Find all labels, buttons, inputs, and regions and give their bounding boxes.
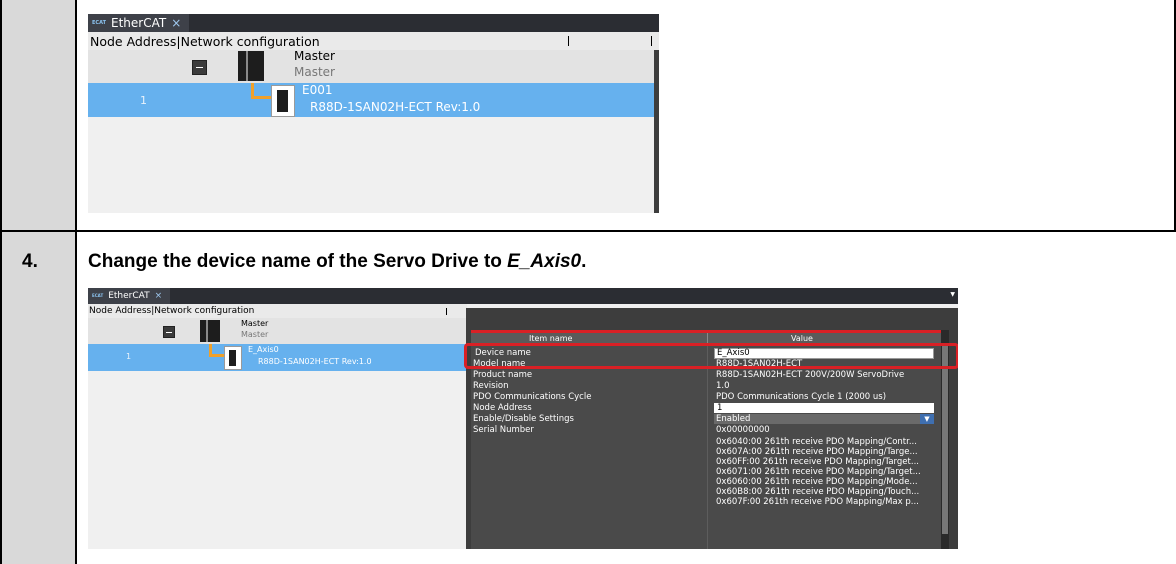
close-icon[interactable]: ×: [171, 16, 181, 30]
prop-value: R88D-1SAN02H-ECT 200V/200W ServoDrive: [716, 370, 905, 380]
highlight-box: [464, 343, 958, 369]
node-address-input[interactable]: [714, 403, 934, 413]
node-address: 1: [140, 94, 147, 107]
ethercat-icon: ECAT: [92, 19, 106, 26]
tab-ethercat[interactable]: ECAT EtherCAT ×: [88, 288, 171, 304]
master-row[interactable]: Master Master: [88, 318, 466, 344]
pdo-mapping-item: 0x6071:00 261th receive PDO Mapping/Targ…: [471, 467, 941, 477]
pdo-mapping-text: 0x607A:00 261th receive PDO Mapping/Targ…: [716, 447, 918, 457]
node-address-value: 1: [717, 403, 723, 413]
close-icon[interactable]: ×: [155, 291, 163, 301]
prop-key: Product name: [473, 370, 533, 380]
drive-face: [229, 350, 236, 366]
prop-row-product-name: Product name R88D-1SAN02H-ECT 200V/200W …: [471, 370, 941, 380]
column-divider: [568, 36, 569, 46]
master-controller-icon: [238, 51, 264, 81]
pdo-mapping-item: 0x60FF:00 261th receive PDO Mapping/Targ…: [471, 457, 941, 467]
column-header-label: Node Address|Network configuration: [90, 33, 320, 49]
property-table: Device name E_Axis0 Model name R88D-1SAN…: [471, 346, 941, 549]
collapse-icon[interactable]: [163, 326, 175, 338]
prop-key: Enable/Disable Settings: [473, 414, 574, 424]
prop-row-revision: Revision 1.0: [471, 381, 941, 391]
prop-row-node-address[interactable]: Node Address 1: [471, 403, 941, 413]
column-header: Node Address|Network configuration: [88, 304, 467, 319]
ethercat-screenshot-1: ECAT EtherCAT × Node Address|Network con…: [88, 14, 659, 213]
servo-drive-icon: [224, 346, 242, 370]
table-border-left: [0, 0, 2, 564]
pdo-mapping-item: 0x6040:00 261th receive PDO Mapping/Cont…: [471, 437, 941, 447]
tab-strip: ECAT EtherCAT × ▼: [88, 288, 958, 304]
master-title: Master: [294, 49, 335, 63]
collapse-icon[interactable]: [192, 60, 207, 75]
pdo-mapping-item: 0x607F:00 261th receive PDO Mapping/Max …: [471, 497, 941, 507]
prop-value: 0x00000000: [716, 425, 770, 435]
column-divider: [651, 36, 652, 46]
drive-face: [277, 90, 288, 112]
device-row-selected[interactable]: 1 E_Axis0 R88D-1SAN02H-ECT Rev:1.0: [88, 344, 466, 371]
property-table-header: Item name Value: [471, 330, 941, 344]
step-text-prefix: Change the device name of the Servo Driv…: [88, 251, 508, 272]
column-header: Node Address|Network configuration: [88, 32, 659, 51]
controller-slot: [206, 320, 208, 342]
device-model: R88D-1SAN02H-ECT Rev:1.0: [258, 357, 372, 366]
prop-row-enable-disable[interactable]: Enable/Disable Settings Enabled ▼: [471, 414, 941, 424]
pdo-mapping-item: 0x6060:00 261th receive PDO Mapping/Mode…: [471, 477, 941, 487]
pdo-mapping-text: 0x60FF:00 261th receive PDO Mapping/Targ…: [716, 457, 919, 467]
header-value: Value: [791, 334, 813, 343]
prop-row-serial-number: Serial Number 0x00000000: [471, 425, 941, 435]
pdo-mapping-item: 0x607A:00 261th receive PDO Mapping/Targ…: [471, 447, 941, 457]
enable-select-value: Enabled: [716, 414, 751, 424]
column-header-label: Node Address|Network configuration: [89, 306, 255, 316]
step-instruction: Change the device name of the Servo Driv…: [88, 251, 586, 273]
prop-key: PDO Communications Cycle: [473, 392, 592, 402]
master-title: Master: [241, 319, 269, 328]
column-divider: [446, 308, 447, 315]
pdo-mapping-text: 0x6060:00 261th receive PDO Mapping/Mode…: [716, 477, 918, 487]
tab-ethercat[interactable]: ECAT EtherCAT ×: [88, 14, 190, 32]
pane-right-edge: [654, 50, 659, 213]
servo-drive-icon: [271, 85, 295, 117]
table-border-divider: [75, 0, 77, 564]
table-row-separator: [0, 230, 1176, 232]
header-item-name: Item name: [529, 334, 573, 343]
tab-strip: ECAT EtherCAT ×: [88, 14, 659, 32]
pane-menu-arrow-icon[interactable]: ▼: [950, 291, 955, 298]
controller-slot: [246, 51, 248, 81]
device-name: E_Axis0: [248, 345, 279, 354]
pdo-mapping-text: 0x6040:00 261th receive PDO Mapping/Cont…: [716, 437, 917, 447]
dropdown-arrow-icon[interactable]: ▼: [920, 414, 934, 424]
master-controller-icon: [200, 320, 220, 342]
prop-key: Serial Number: [473, 425, 534, 435]
step-text-emphasis: E_Axis0: [507, 251, 582, 272]
ethercat-icon: ECAT: [92, 293, 104, 298]
prop-row-pdo-cycle[interactable]: PDO Communications Cycle PDO Communicati…: [471, 392, 941, 402]
prop-value: 1.0: [716, 381, 730, 391]
prop-value: PDO Communications Cycle 1 (2000 us): [716, 392, 887, 402]
prop-key: Revision: [473, 381, 509, 391]
table-step-column: [0, 0, 76, 564]
step-number: 4.: [22, 251, 38, 272]
prop-key: Node Address: [473, 403, 532, 413]
node-address: 1: [126, 352, 132, 361]
ethercat-screenshot-2: ECAT EtherCAT × ▼ Node Address|Network c…: [88, 288, 958, 549]
master-subtitle: Master: [241, 330, 269, 339]
step-text-suffix: .: [581, 251, 587, 272]
device-model: R88D-1SAN02H-ECT Rev:1.0: [310, 100, 481, 114]
master-row[interactable]: Master Master: [88, 49, 659, 83]
master-subtitle: Master: [294, 65, 335, 79]
pdo-mapping-text: 0x60B8:00 261th receive PDO Mapping/Touc…: [716, 487, 920, 497]
pdo-mapping-text: 0x6071:00 261th receive PDO Mapping/Targ…: [716, 467, 921, 477]
pdo-mapping-text: 0x607F:00 261th receive PDO Mapping/Max …: [716, 497, 919, 507]
pdo-mapping-item: 0x60B8:00 261th receive PDO Mapping/Touc…: [471, 487, 941, 497]
device-name: E001: [302, 83, 333, 97]
tab-label: EtherCAT: [110, 16, 167, 30]
tab-label: EtherCAT: [108, 291, 150, 301]
scrollbar-thumb[interactable]: [942, 344, 948, 534]
device-row-selected[interactable]: 1 E001 R88D-1SAN02H-ECT Rev:1.0: [88, 83, 659, 117]
column-divider: [707, 346, 708, 549]
